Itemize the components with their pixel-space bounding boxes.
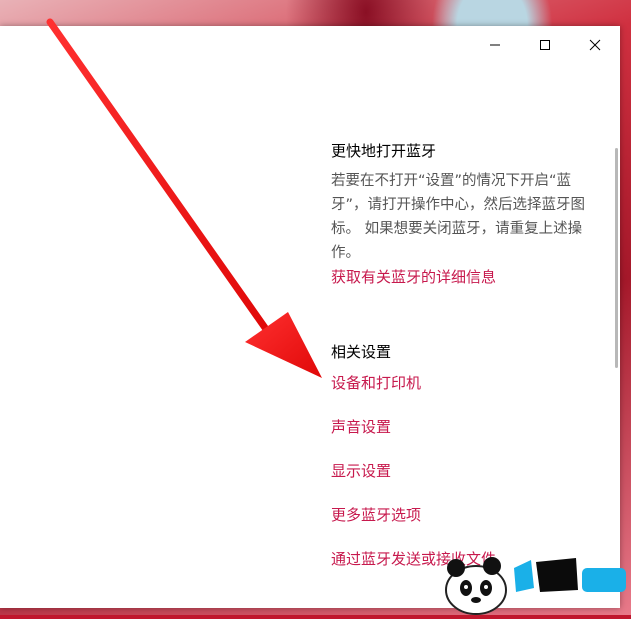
panda-logo-icon: [445, 557, 626, 615]
watermark-logo: [436, 548, 631, 615]
annotation-arrow: [46, 18, 322, 378]
